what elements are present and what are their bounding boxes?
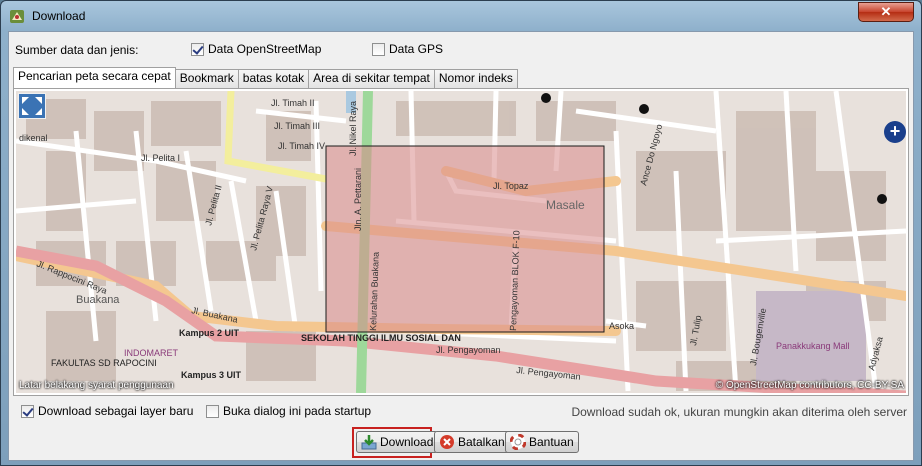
map-label-pettarani: Jln. A. Pettarani [353,168,363,231]
map-attribution-right[interactable]: © OpenStreetMap contributors, CC-BY-SA [716,380,904,391]
download-icon [361,435,377,450]
map-label-timah-4: Jl. Timah IV [278,141,325,151]
download-button[interactable]: Download [356,431,439,453]
map-label-masale: Masale [546,198,585,212]
tab-strip: Pencarian peta secara cepat Bookmark bat… [13,67,518,88]
map-label-kampus-3: Kampus 3 UIT [181,370,242,380]
new-layer-label: Download sebagai layer baru [38,404,194,418]
map-label-buakana: Buakana [76,294,120,306]
map-attribution-left[interactable]: Latar belakang syarat penggunaan [19,380,174,391]
map-label-pengayoman-1: Jl. Pengayoman [436,345,501,355]
map-label-timah-3: Jl. Timah III [274,121,320,131]
source-label: Sumber data dan jenis: [15,43,139,57]
osm-checkbox-row[interactable]: Data OpenStreetMap [191,42,321,56]
cancel-button[interactable]: Batalkan [434,431,510,453]
tab-area-around-place[interactable]: Area di sekitar tempat [308,69,435,88]
close-button[interactable]: ✕ [858,2,914,22]
map-label-panakkukang: Panakkukang Mall [776,341,850,351]
map-label-asoka: Asoka [609,321,634,331]
dialog-content: Sumber data dan jenis: Data OpenStreetMa… [8,31,914,461]
zoom-in-button[interactable]: + [884,121,906,143]
lifebuoy-icon [510,434,526,450]
tab-bookmark[interactable]: Bookmark [174,69,239,88]
map-label-timah-2: Jl. Timah II [271,98,315,108]
open-startup-checkbox[interactable] [206,404,219,418]
cancel-button-label: Batalkan [458,435,505,449]
cancel-icon [440,435,454,449]
help-button[interactable]: Bantuan [505,431,579,453]
tab-pane: Jl. Rappocini Raya Buakana Jl. Buakana J… [13,88,909,396]
map-label-topaz: Jl. Topaz [493,181,529,191]
tab-quick-search[interactable]: Pencarian peta secara cepat [13,67,176,88]
title-bar[interactable]: Download ✕ [1,1,921,31]
open-startup-checkbox-row[interactable]: Buka dialog ini pada startup [206,404,371,418]
map-label-indomaret: INDOMARET [124,348,179,358]
open-startup-label: Buka dialog ini pada startup [223,404,372,418]
gps-checkbox-row[interactable]: Data GPS [372,42,443,56]
gps-checkbox[interactable] [372,42,385,56]
source-row: Sumber data dan jenis: [15,42,138,58]
new-layer-checkbox[interactable] [21,404,34,418]
fullscreen-map-button[interactable] [18,93,46,119]
window-title: Download [32,9,86,23]
expand-arrows-icon [22,97,42,115]
map-label-dikenal: dikenal [19,133,48,143]
map-label-fakultas: FAKULTAS SD RAPOCINI [51,358,157,368]
map-label-sekolah: SEKOLAH TINGGI ILMU SOSIAL DAN [301,333,461,343]
slippy-map[interactable]: Jl. Rappocini Raya Buakana Jl. Buakana J… [16,91,906,393]
help-button-label: Bantuan [529,435,574,449]
gps-checkbox-label: Data GPS [389,42,444,56]
map-label-pelita-1: Jl. Pelita I [141,153,180,163]
map-label-kampus-2: Kampus 2 UIT [179,328,240,338]
osm-checkbox-label: Data OpenStreetMap [208,42,322,56]
download-dialog: Download ✕ Sumber data dan jenis: Data O… [0,0,922,466]
osm-checkbox[interactable] [191,42,204,56]
status-text: Download sudah ok, ukuran mungkin akan d… [571,405,907,419]
josm-app-icon [10,10,24,23]
map-label-nikel-raya: Jl. Nikel Raya [348,101,358,156]
tab-bounding-box[interactable]: batas kotak [237,69,310,88]
download-button-label: Download [380,435,434,449]
new-layer-checkbox-row[interactable]: Download sebagai layer baru [21,404,193,418]
map-canvas[interactable]: Jl. Rappocini Raya Buakana Jl. Buakana J… [16,91,906,393]
tab-index-number[interactable]: Nomor indeks [433,69,518,88]
